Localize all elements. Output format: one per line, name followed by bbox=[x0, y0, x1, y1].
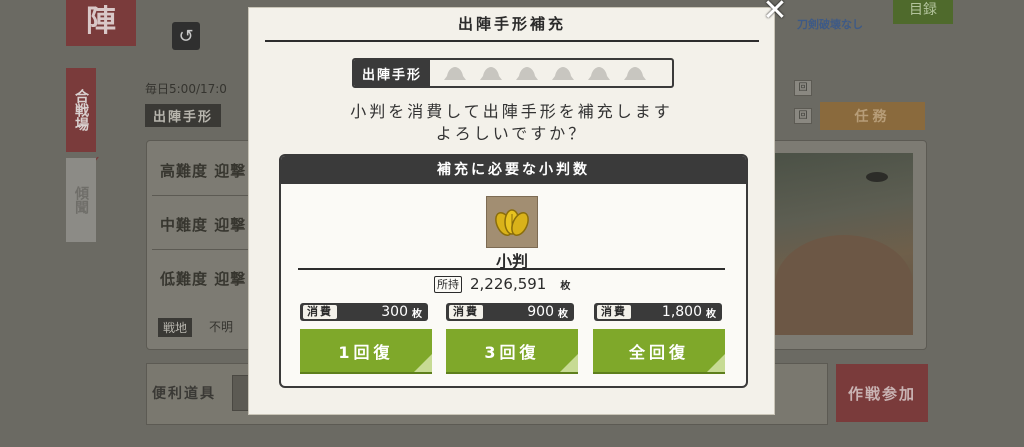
cost-value: 900 bbox=[527, 304, 554, 320]
ticket-slots bbox=[442, 65, 648, 81]
confirm-message-line2: よろしいですか？ bbox=[435, 124, 588, 143]
difficulty-high[interactable]: 高難度 迎撃 bbox=[160, 160, 246, 181]
map-hill bbox=[775, 235, 913, 335]
tab-battlefield[interactable]: 合戦場 bbox=[66, 68, 96, 152]
tab-secondary[interactable]: 傾聞 bbox=[66, 158, 96, 242]
items-label: 便利道具 bbox=[152, 386, 216, 402]
cost-value: 300 bbox=[381, 304, 408, 320]
confirm-message-line1: 小判を消費して出陣手形を補充します bbox=[350, 102, 673, 121]
reset-time-text: 毎日5:00/17:0 bbox=[145, 82, 227, 96]
owned-tag: 所持 bbox=[434, 275, 462, 293]
map-object bbox=[866, 172, 888, 182]
empty-ticket-slot-icon bbox=[588, 67, 611, 80]
cost-header: 補充に必要な小判数 bbox=[281, 156, 746, 184]
cost-unit: 枚 bbox=[558, 308, 568, 320]
cost-chip-3: 消費 900 枚 bbox=[446, 303, 574, 321]
ticket-slot-label: 出陣手形 bbox=[354, 60, 431, 86]
enemy-value: 不明 bbox=[209, 320, 234, 334]
empty-ticket-slot-icon bbox=[624, 67, 647, 80]
cost-unit: 枚 bbox=[706, 308, 716, 320]
difficulty-mid[interactable]: 中難度 迎撃 bbox=[160, 214, 246, 235]
divider bbox=[152, 195, 248, 196]
owned-unit: 枚 bbox=[560, 280, 571, 292]
page-title-tag: 陣 bbox=[66, 0, 136, 46]
empty-ticket-slot-icon bbox=[480, 67, 503, 80]
info-box: 回 bbox=[794, 108, 812, 124]
recover-all-button[interactable]: 全回復 bbox=[593, 329, 725, 374]
enemy-label: 戦地 bbox=[158, 318, 193, 337]
back-button[interactable]: ↺ bbox=[172, 22, 200, 50]
empty-ticket-slot-icon bbox=[516, 67, 539, 80]
recover-1-button[interactable]: 1回復 bbox=[300, 329, 432, 374]
cost-chip-1: 消費 300 枚 bbox=[300, 303, 428, 321]
join-operation-button[interactable]: 作戦参加 bbox=[836, 364, 928, 422]
owned-amount: 2,226,591 bbox=[470, 275, 547, 293]
difficulty-low[interactable]: 低難度 迎撃 bbox=[160, 268, 246, 289]
dialog-title: 出陣手形補充 bbox=[265, 8, 759, 42]
divider bbox=[152, 249, 248, 250]
cost-chip-full: 消費 1,800 枚 bbox=[594, 303, 722, 321]
consume-tag: 消費 bbox=[597, 305, 631, 319]
empty-ticket-slot-icon bbox=[444, 67, 467, 80]
close-icon[interactable]: ✕ bbox=[758, 0, 792, 28]
sortie-ticket-label: 出陣手形 bbox=[145, 104, 222, 127]
menu-button[interactable]: 目録 bbox=[893, 0, 953, 24]
sword-break-badge: 刀剣破壊なし bbox=[797, 18, 863, 31]
info-box: 回 bbox=[794, 80, 812, 96]
koban-icon bbox=[486, 196, 538, 248]
empty-ticket-slot-icon bbox=[552, 67, 575, 80]
consume-tag: 消費 bbox=[449, 305, 483, 319]
consume-tag: 消費 bbox=[303, 305, 337, 319]
cost-unit: 枚 bbox=[412, 308, 422, 320]
owned-row: 所持 2,226,591 枚 bbox=[434, 275, 570, 293]
quest-button[interactable]: 任務 bbox=[820, 102, 925, 130]
divider bbox=[298, 268, 725, 270]
cost-value: 1,800 bbox=[661, 304, 702, 320]
ticket-slot-bar: 出陣手形 bbox=[352, 58, 674, 88]
recover-3-button[interactable]: 3回復 bbox=[446, 329, 578, 374]
